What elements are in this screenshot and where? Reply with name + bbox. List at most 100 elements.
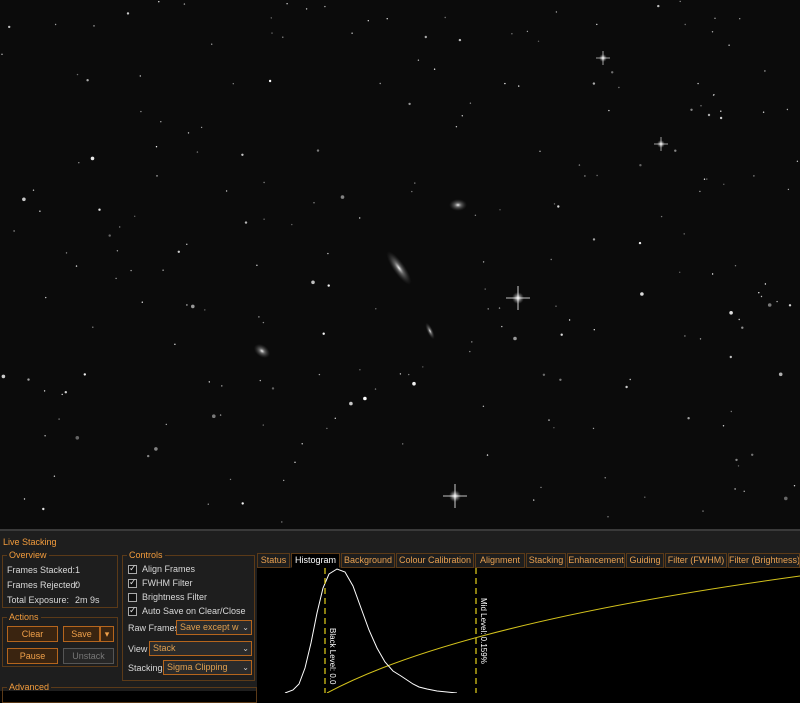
star [555,305,557,307]
star [699,338,702,340]
tab-filter-brightness[interactable]: Filter (Brightness) [728,553,800,568]
tab-status[interactable]: Status [257,553,290,568]
stacking-label: Stacking [128,663,163,673]
brightness-filter-checkbox[interactable] [128,593,137,602]
star [160,121,162,123]
pause-button[interactable]: Pause [7,648,58,664]
fwhm-filter-checkbox[interactable] [128,577,137,588]
star [221,385,223,387]
star [262,321,265,324]
star [540,486,542,489]
star [93,25,95,27]
tab-bar: Status Histogram Background Colour Calib… [257,553,800,568]
star [711,273,714,275]
star [154,447,158,451]
histogram-line [284,568,458,694]
star [719,116,723,120]
raw-frames-label: Raw Frames [128,623,180,633]
star [196,151,199,153]
star [408,102,411,106]
star [684,23,686,26]
star [578,164,581,166]
brightness-filter-label: Brightness Filter [142,592,208,602]
stacking-value: Sigma Clipping [167,662,228,672]
star [22,197,26,202]
star [147,454,150,458]
star [499,209,501,211]
star [484,288,486,290]
star [559,378,562,381]
star [758,292,760,294]
star [760,295,763,298]
save-dropdown-button[interactable]: ▾ [100,626,114,642]
star [241,153,244,156]
star [735,458,738,462]
star [596,23,598,26]
star [553,427,555,429]
star [108,234,111,237]
frames-stacked-label: Frames Stacked: [7,565,76,575]
align-frames-checkbox[interactable] [128,563,137,574]
stacked-image-view[interactable] [0,0,800,529]
bright-star [596,51,610,65]
chevron-down-icon: ⌄ [242,663,249,672]
star [156,175,158,177]
star [793,485,796,487]
tab-background[interactable]: Background [341,553,395,568]
star [738,318,740,321]
clear-button[interactable]: Clear [7,626,58,642]
star [706,178,708,180]
star [327,284,330,287]
star [76,73,79,76]
star [702,510,704,512]
tab-enhancement[interactable]: Enhancement [567,553,625,568]
star [186,304,188,306]
histogram-view[interactable]: Black Level: 0.0 Mid Level: 0.159% [257,568,800,694]
star [140,110,142,113]
star [262,424,264,426]
star [211,43,213,45]
tab-filter-fwhm[interactable]: Filter (FWHM) [665,553,727,568]
bright-star [443,484,467,508]
star [787,188,790,191]
view-label: View [128,644,148,654]
star [713,94,715,96]
auto-save-checkbox[interactable] [128,605,137,616]
tab-guiding[interactable]: Guiding [626,553,664,568]
star [700,105,702,107]
tab-colour-calibration[interactable]: Colour Calibration [396,553,474,568]
star [244,221,248,224]
star [386,18,388,20]
tab-histogram[interactable]: Histogram [291,553,340,568]
stacking-select[interactable]: Sigma Clipping ⌄ [163,660,252,675]
star [271,32,273,34]
star [469,350,471,353]
star [200,126,203,129]
star [45,296,47,299]
star [13,230,15,232]
star [294,461,296,463]
view-select[interactable]: Stack ⌄ [149,641,252,656]
save-button[interactable]: Save [63,626,100,642]
star [53,475,56,477]
star [764,70,766,72]
star [61,393,63,396]
tab-alignment[interactable]: Alignment [475,553,525,568]
unstack-button[interactable]: Unstack [63,648,114,664]
star [241,502,244,505]
star [592,427,595,430]
star [568,319,571,321]
star [560,333,563,336]
raw-frames-select[interactable]: Save except w ⌄ [176,620,252,635]
star [533,499,535,501]
star [351,32,353,34]
star [322,332,325,335]
star [639,164,642,167]
star [270,17,272,19]
star [796,160,799,162]
star [550,258,552,261]
controls-legend: Controls [129,550,163,560]
star [408,373,410,376]
tab-stacking[interactable]: Stacking [526,553,566,568]
star [548,419,550,421]
